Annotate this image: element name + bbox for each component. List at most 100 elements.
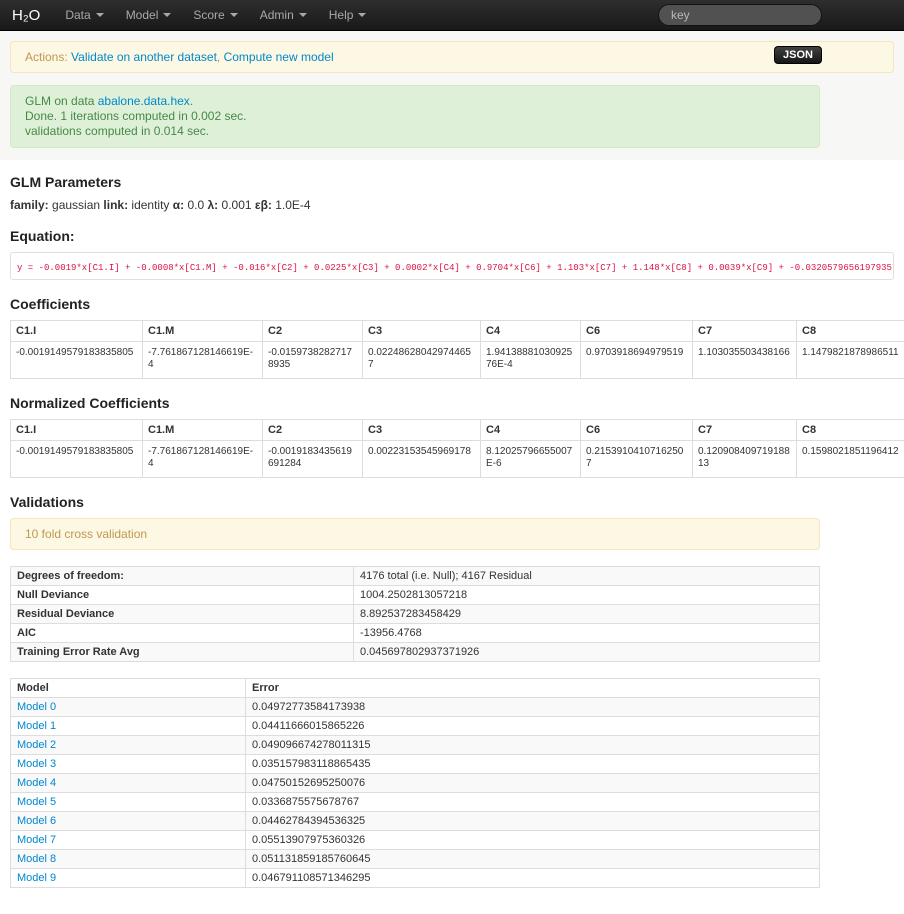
stat-label: Null Deviance — [11, 586, 354, 605]
column-header: C8 — [797, 420, 904, 441]
models-table: ModelError Model 00.04972773584173938Mod… — [10, 678, 820, 888]
app-logo[interactable]: H₂O — [8, 7, 54, 24]
error-value: 0.04462784394536325 — [246, 812, 820, 831]
model-cell: Model 6 — [11, 812, 246, 831]
table-row: Model 00.04972773584173938 — [11, 698, 820, 717]
coefficient-value: 0.1598021851196412 — [797, 441, 904, 478]
json-button[interactable]: JSON — [774, 46, 822, 64]
top-navbar: H₂O DataModelScore Admin Help — [0, 0, 904, 31]
menu-item-score[interactable]: Score — [182, 0, 248, 30]
status-line-2: Done. 1 iterations computed in 0.002 sec… — [25, 109, 805, 124]
table-row: Model 40.04750152695250076 — [11, 774, 820, 793]
search-form — [658, 4, 822, 26]
param-value: 1.0E-4 — [275, 198, 310, 212]
model-link[interactable]: Model 3 — [17, 758, 56, 770]
column-header: C1.M — [143, 321, 263, 342]
menu-item-help[interactable]: Help — [318, 0, 378, 30]
table-row: -0.0019149579183835805-7.761867128146619… — [11, 441, 904, 478]
error-value: 0.049096674278011315 — [246, 736, 820, 755]
model-cell: Model 3 — [11, 755, 246, 774]
model-link[interactable]: Model 5 — [17, 796, 56, 808]
coefficient-value: 0.00223153545969178 — [363, 441, 481, 478]
table-row: Model 6 0.04462784394536325 — [11, 812, 820, 831]
coefficient-value: 0.12090840971918813 — [693, 441, 797, 478]
action-link[interactable]: Compute new model — [224, 50, 334, 64]
model-cell: Model 7 — [11, 831, 246, 850]
column-header: C3 — [363, 420, 481, 441]
menu-item-label: Admin — [260, 8, 294, 22]
validation-stats-table: Degrees of freedom:4176 total (i.e. Null… — [10, 566, 820, 662]
model-link[interactable]: Model 4 — [17, 777, 56, 789]
column-header: Error — [246, 679, 820, 698]
coefficients-table-wrapper: C1.IC1.MC2C3C4C6C7C8-0.00191495791838358… — [10, 320, 904, 379]
table-row: Degrees of freedom:4176 total (i.e. Null… — [11, 567, 820, 586]
alerts-area: Actions: Validate on another dataset, Co… — [0, 31, 904, 160]
error-value: 0.051131859185760645 — [246, 850, 820, 869]
model-link[interactable]: Model 8 — [17, 853, 56, 865]
main-menu: DataModelScore Admin Help — [54, 0, 377, 30]
equation-text: y = -0.0019*x[C1.I] + -0.0008*x[C1.M] + … — [17, 263, 894, 273]
menu-item-admin[interactable]: Admin — [249, 0, 318, 30]
coefficient-value: 1.1479821878986511 — [797, 342, 904, 379]
column-header: C3 — [363, 321, 481, 342]
coefficients-heading: Coefficients — [10, 296, 894, 312]
model-link[interactable]: Model 2 — [17, 739, 56, 751]
stat-value: 8.892537283458429 — [354, 605, 820, 624]
normalized-coefficients-table: C1.IC1.MC2C3C4C6C7C8-0.00191495791838358… — [10, 419, 904, 478]
dataset-link[interactable]: abalone.data.hex — [98, 94, 190, 108]
param-value: 0.0 — [187, 198, 204, 212]
error-value: 0.04411666015865226 — [246, 717, 820, 736]
param-value: gaussian — [52, 198, 100, 212]
param-label: link: — [100, 198, 131, 212]
header-row: C1.IC1.MC2C3C4C6C7C8 — [11, 321, 904, 342]
stats-body: Degrees of freedom:4176 total (i.e. Null… — [11, 567, 820, 662]
column-header: C8 — [797, 321, 904, 342]
table-row: Residual Deviance8.892537283458429 — [11, 605, 820, 624]
error-value: 0.05513907975360326 — [246, 831, 820, 850]
model-link[interactable]: Model 9 — [17, 872, 56, 884]
stat-label: Training Error Rate Avg — [11, 643, 354, 662]
model-link[interactable]: Model 7 — [17, 834, 56, 846]
stat-label: Degrees of freedom: — [11, 567, 354, 586]
coefficient-value: -0.01597382827178935 — [263, 342, 363, 379]
caret-down-icon — [299, 13, 307, 17]
action-link[interactable]: Validate on another dataset — [71, 50, 217, 64]
stat-value: 4176 total (i.e. Null); 4167 Residual — [354, 567, 820, 586]
glm-parameters-heading: GLM Parameters — [10, 174, 894, 190]
table-row: Model 2 0.049096674278011315 — [11, 736, 820, 755]
coefficient-value: 1.103035503438166 — [693, 342, 797, 379]
models-head: ModelError — [11, 679, 820, 698]
model-link[interactable]: Model 6 — [17, 815, 56, 827]
model-link[interactable]: Model 1 — [17, 720, 56, 732]
status-line-1: GLM on data abalone.data.hex. — [25, 94, 805, 109]
caret-down-icon — [358, 13, 366, 17]
column-header: C1.M — [143, 420, 263, 441]
column-header: C7 — [693, 321, 797, 342]
caret-down-icon — [163, 13, 171, 17]
table-row: Model 90.046791108571346295 — [11, 869, 820, 888]
actions-links: Validate on another dataset, Compute new… — [71, 50, 334, 64]
column-header: C7 — [693, 420, 797, 441]
table-row: Null Deviance1004.2502813057218 — [11, 586, 820, 605]
coefficient-value: -7.761867128146619E-4 — [143, 441, 263, 478]
table-row: AIC-13956.4768 — [11, 624, 820, 643]
model-cell: Model 0 — [11, 698, 246, 717]
cross-validation-note: 10 fold cross validation — [10, 518, 820, 550]
coefficient-value: -7.761867128146619E-4 — [143, 342, 263, 379]
menu-item-model[interactable]: Model — [115, 0, 183, 30]
error-value: 0.0336875575678767 — [246, 793, 820, 812]
equation-heading: Equation: — [10, 228, 894, 244]
menu-item-data[interactable]: Data — [54, 0, 114, 30]
models-body: Model 00.04972773584173938 Model 1 0.04411… — [11, 698, 820, 888]
status-alert: GLM on data abalone.data.hex. Done. 1 it… — [10, 85, 820, 148]
coefficient-value: 0.21539104107162507 — [581, 441, 693, 478]
column-header: C2 — [263, 321, 363, 342]
table-row: Model 1 0.04411666015865226 — [11, 717, 820, 736]
search-input[interactable] — [658, 4, 822, 26]
actions-bar: Actions: Validate on another dataset, Co… — [10, 41, 894, 73]
column-header: C6 — [581, 420, 693, 441]
column-header: C4 — [481, 420, 581, 441]
model-link[interactable]: Model 0 — [17, 701, 56, 713]
table-row: Model 30.035157983118865435 — [11, 755, 820, 774]
param-value: 0.001 — [222, 198, 252, 212]
